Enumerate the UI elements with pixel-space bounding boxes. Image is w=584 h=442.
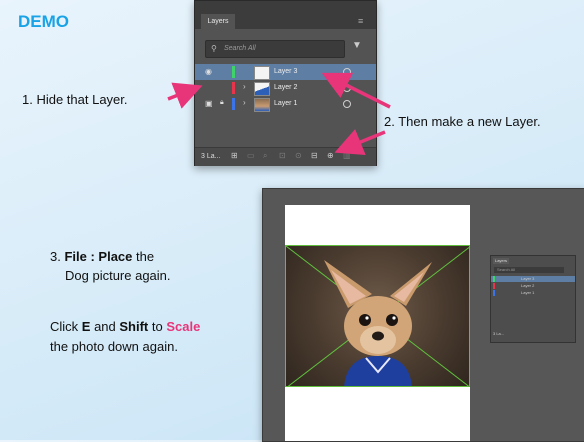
arrow-step2-b (334, 129, 386, 156)
mini-search-input[interactable]: Search All (494, 267, 564, 273)
mini-layer-color (493, 290, 495, 296)
mini-layer-row[interactable]: Layer 1 (491, 290, 575, 296)
arrow-step2-a (321, 72, 391, 109)
mini-layers-panel: Layers Search All Layer 3 Layer 2 Layer … (490, 255, 576, 343)
arrow-step1 (167, 82, 203, 109)
artboard-screenshot: Layers Search All Layer 3 Layer 2 Layer … (262, 188, 584, 442)
mini-layer-count: 3 La... (493, 331, 505, 336)
mini-layer-name: Layer 1 (521, 290, 535, 295)
mini-layer-color (493, 276, 495, 282)
artboard-page (285, 205, 470, 441)
mini-layer-row[interactable]: Layer 3 (491, 276, 575, 282)
dog-photo[interactable] (285, 245, 470, 387)
mini-layer-name: Layer 2 (521, 283, 535, 288)
mini-layer-name: Layer 3 (521, 276, 535, 281)
mini-layer-row[interactable]: Layer 2 (491, 283, 575, 289)
mini-layer-color (493, 283, 495, 289)
mini-tab-layers[interactable]: Layers (493, 258, 509, 264)
dog-illustration (286, 246, 469, 386)
